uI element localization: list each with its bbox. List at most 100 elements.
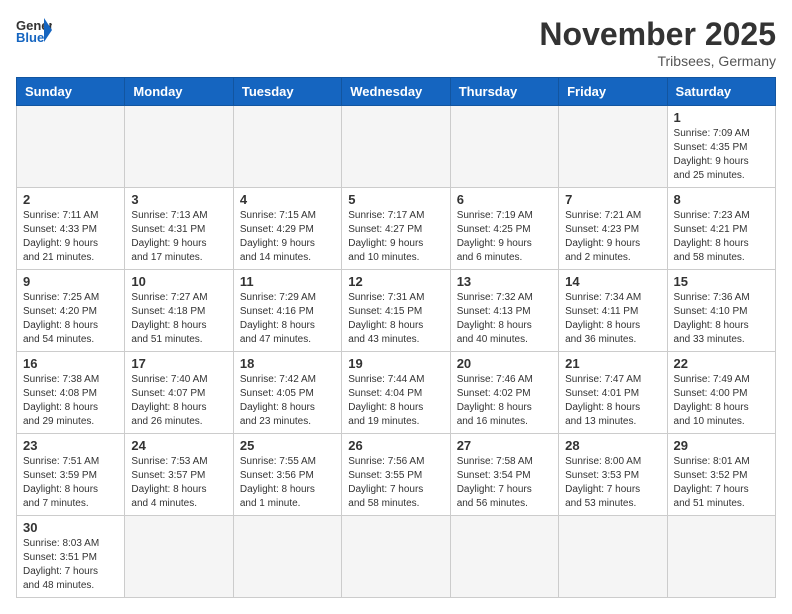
day-info: Sunrise: 7:32 AM Sunset: 4:13 PM Dayligh… [457, 291, 552, 347]
calendar-cell: 16Sunrise: 7:38 AM Sunset: 4:08 PM Dayli… [17, 352, 125, 434]
day-number: 9 [23, 274, 118, 289]
day-number: 28 [565, 438, 660, 453]
calendar-cell: 27 Sunrise: 7:58 AM Sunset: 3:54 PM Dayli… [450, 434, 558, 516]
day-number: 20 [457, 356, 552, 371]
day-number: 13 [457, 274, 552, 289]
calendar-cell [125, 516, 233, 598]
day-info: Sunrise: 7:31 AM Sunset: 4:15 PM Dayligh… [348, 291, 443, 347]
day-info: Sunrise: 7:40 AM Sunset: 4:07 PM Dayligh… [131, 373, 226, 429]
weekday-header-row: SundayMondayTuesdayWednesdayThursdayFrid… [17, 78, 776, 106]
calendar-cell: 10 Sunrise: 7:27 AM Sunset: 4:18 PM Dayli… [125, 270, 233, 352]
day-number: 23 [23, 438, 118, 453]
day-info: Sunrise: 7:51 AM Sunset: 3:59 PM Dayligh… [23, 455, 118, 511]
calendar-cell: 29Sunrise: 8:01 AM Sunset: 3:52 PM Dayli… [667, 434, 775, 516]
day-number: 16 [23, 356, 118, 371]
weekday-header-tuesday: Tuesday [233, 78, 341, 106]
week-row-5: 23 Sunrise: 7:51 AM Sunset: 3:59 PM Dayli… [17, 434, 776, 516]
calendar-cell: 2Sunrise: 7:11 AM Sunset: 4:33 PM Daylig… [17, 188, 125, 270]
day-info: Sunrise: 7:29 AM Sunset: 4:16 PM Dayligh… [240, 291, 335, 347]
day-info: Sunrise: 7:11 AM Sunset: 4:33 PM Dayligh… [23, 209, 118, 265]
calendar-cell [233, 516, 341, 598]
day-info: Sunrise: 7:34 AM Sunset: 4:11 PM Dayligh… [565, 291, 660, 347]
day-number: 27 [457, 438, 552, 453]
weekday-header-sunday: Sunday [17, 78, 125, 106]
day-info: Sunrise: 7:23 AM Sunset: 4:21 PM Dayligh… [674, 209, 769, 265]
calendar-cell [450, 106, 558, 188]
day-info: Sunrise: 7:36 AM Sunset: 4:10 PM Dayligh… [674, 291, 769, 347]
day-number: 22 [674, 356, 769, 371]
day-info: Sunrise: 8:00 AM Sunset: 3:53 PM Dayligh… [565, 455, 660, 511]
svg-text:Blue: Blue [16, 30, 44, 44]
weekday-header-friday: Friday [559, 78, 667, 106]
page-header: General Blue November 2025 Tribsees, Ger… [16, 16, 776, 69]
day-info: Sunrise: 7:46 AM Sunset: 4:02 PM Dayligh… [457, 373, 552, 429]
calendar-cell [667, 516, 775, 598]
day-number: 3 [131, 192, 226, 207]
day-number: 26 [348, 438, 443, 453]
day-info: Sunrise: 7:17 AM Sunset: 4:27 PM Dayligh… [348, 209, 443, 265]
day-number: 21 [565, 356, 660, 371]
week-row-4: 16Sunrise: 7:38 AM Sunset: 4:08 PM Dayli… [17, 352, 776, 434]
calendar-cell: 18Sunrise: 7:42 AM Sunset: 4:05 PM Dayli… [233, 352, 341, 434]
day-number: 6 [457, 192, 552, 207]
calendar-cell: 9 Sunrise: 7:25 AM Sunset: 4:20 PM Daylig… [17, 270, 125, 352]
day-info: Sunrise: 8:03 AM Sunset: 3:51 PM Dayligh… [23, 537, 118, 593]
week-row-1: 1Sunrise: 7:09 AM Sunset: 4:35 PM Daylig… [17, 106, 776, 188]
day-number: 12 [348, 274, 443, 289]
day-number: 24 [131, 438, 226, 453]
day-info: Sunrise: 7:56 AM Sunset: 3:55 PM Dayligh… [348, 455, 443, 511]
day-info: Sunrise: 7:58 AM Sunset: 3:54 PM Dayligh… [457, 455, 552, 511]
day-number: 19 [348, 356, 443, 371]
day-number: 11 [240, 274, 335, 289]
day-number: 5 [348, 192, 443, 207]
calendar-cell [342, 516, 450, 598]
calendar-cell [450, 516, 558, 598]
day-number: 7 [565, 192, 660, 207]
calendar-cell: 26 Sunrise: 7:56 AM Sunset: 3:55 PM Dayli… [342, 434, 450, 516]
week-row-3: 9 Sunrise: 7:25 AM Sunset: 4:20 PM Daylig… [17, 270, 776, 352]
calendar-cell: 12 Sunrise: 7:31 AM Sunset: 4:15 PM Dayli… [342, 270, 450, 352]
calendar-cell: 19 Sunrise: 7:44 AM Sunset: 4:04 PM Dayli… [342, 352, 450, 434]
day-info: Sunrise: 7:21 AM Sunset: 4:23 PM Dayligh… [565, 209, 660, 265]
weekday-header-thursday: Thursday [450, 78, 558, 106]
weekday-header-wednesday: Wednesday [342, 78, 450, 106]
day-number: 17 [131, 356, 226, 371]
calendar-cell: 14 Sunrise: 7:34 AM Sunset: 4:11 PM Dayli… [559, 270, 667, 352]
calendar-cell: 24 Sunrise: 7:53 AM Sunset: 3:57 PM Dayli… [125, 434, 233, 516]
calendar-cell: 8 Sunrise: 7:23 AM Sunset: 4:21 PM Daylig… [667, 188, 775, 270]
day-number: 14 [565, 274, 660, 289]
calendar-cell: 1Sunrise: 7:09 AM Sunset: 4:35 PM Daylig… [667, 106, 775, 188]
calendar-cell: 30Sunrise: 8:03 AM Sunset: 3:51 PM Dayli… [17, 516, 125, 598]
calendar-cell: 7 Sunrise: 7:21 AM Sunset: 4:23 PM Daylig… [559, 188, 667, 270]
calendar-cell: 3Sunrise: 7:13 AM Sunset: 4:31 PM Daylig… [125, 188, 233, 270]
weekday-header-monday: Monday [125, 78, 233, 106]
week-row-2: 2Sunrise: 7:11 AM Sunset: 4:33 PM Daylig… [17, 188, 776, 270]
calendar-cell [559, 106, 667, 188]
calendar-cell: 21Sunrise: 7:47 AM Sunset: 4:01 PM Dayli… [559, 352, 667, 434]
title-area: November 2025 Tribsees, Germany [539, 16, 776, 69]
calendar-cell: 6Sunrise: 7:19 AM Sunset: 4:25 PM Daylig… [450, 188, 558, 270]
calendar-cell: 23 Sunrise: 7:51 AM Sunset: 3:59 PM Dayli… [17, 434, 125, 516]
day-info: Sunrise: 7:27 AM Sunset: 4:18 PM Dayligh… [131, 291, 226, 347]
calendar-table: SundayMondayTuesdayWednesdayThursdayFrid… [16, 77, 776, 598]
location: Tribsees, Germany [539, 53, 776, 69]
calendar-cell [559, 516, 667, 598]
calendar-cell: 13 Sunrise: 7:32 AM Sunset: 4:13 PM Dayli… [450, 270, 558, 352]
week-row-6: 30Sunrise: 8:03 AM Sunset: 3:51 PM Dayli… [17, 516, 776, 598]
day-number: 29 [674, 438, 769, 453]
calendar-cell [125, 106, 233, 188]
calendar-cell: 5 Sunrise: 7:17 AM Sunset: 4:27 PM Daylig… [342, 188, 450, 270]
calendar-cell: 17 Sunrise: 7:40 AM Sunset: 4:07 PM Dayli… [125, 352, 233, 434]
day-number: 8 [674, 192, 769, 207]
day-info: Sunrise: 7:53 AM Sunset: 3:57 PM Dayligh… [131, 455, 226, 511]
day-number: 10 [131, 274, 226, 289]
day-info: Sunrise: 7:42 AM Sunset: 4:05 PM Dayligh… [240, 373, 335, 429]
calendar-cell: 20 Sunrise: 7:46 AM Sunset: 4:02 PM Dayli… [450, 352, 558, 434]
calendar-cell [233, 106, 341, 188]
calendar-cell [342, 106, 450, 188]
logo-icon: General Blue [16, 16, 52, 44]
day-info: Sunrise: 7:25 AM Sunset: 4:20 PM Dayligh… [23, 291, 118, 347]
day-info: Sunrise: 7:15 AM Sunset: 4:29 PM Dayligh… [240, 209, 335, 265]
logo: General Blue [16, 16, 52, 44]
day-info: Sunrise: 7:44 AM Sunset: 4:04 PM Dayligh… [348, 373, 443, 429]
